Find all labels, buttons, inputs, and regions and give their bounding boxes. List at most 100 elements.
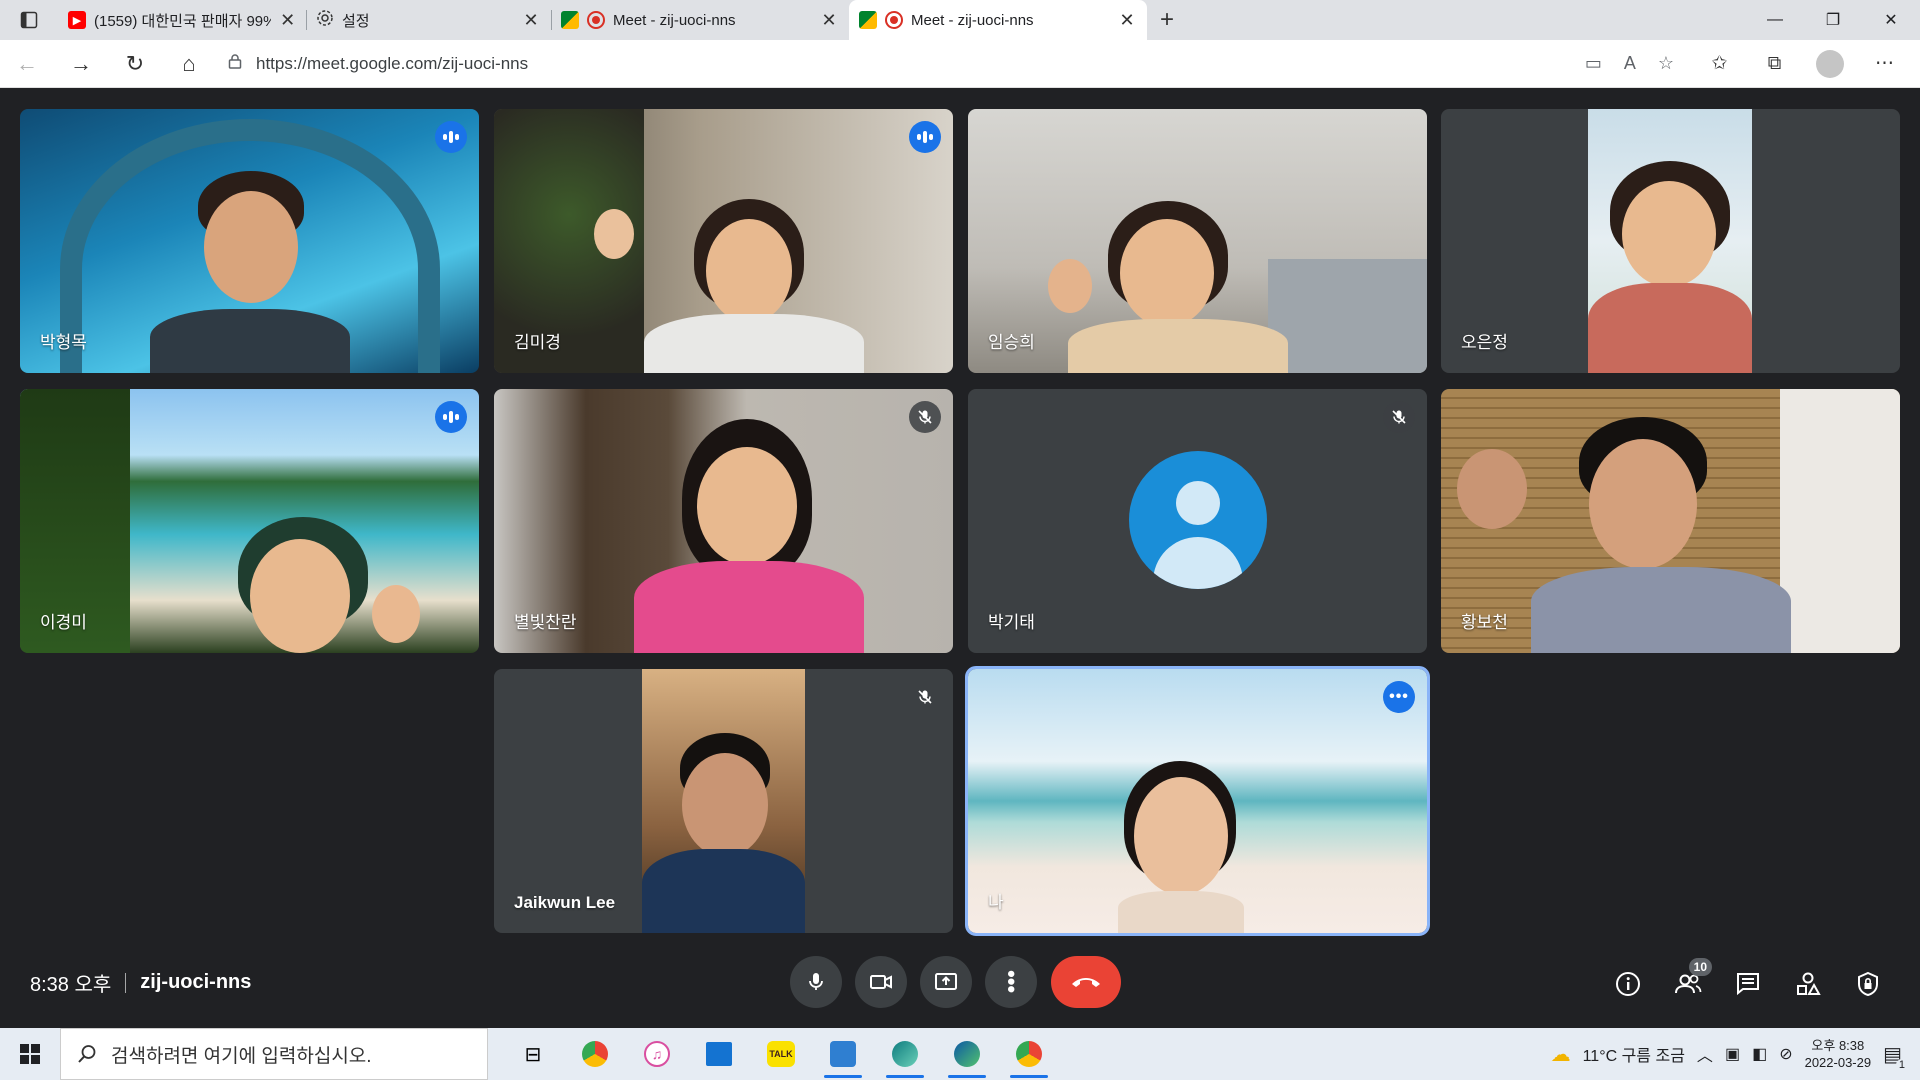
meeting-details-button[interactable]	[1608, 964, 1648, 1004]
read-aloud-icon[interactable]: A	[1624, 53, 1636, 74]
taskbar-chrome[interactable]	[564, 1028, 626, 1080]
participant-face	[250, 539, 350, 653]
close-tab-icon[interactable]: ✕	[279, 10, 296, 31]
task-view-button[interactable]: ⊟	[502, 1028, 564, 1080]
participant-video	[642, 669, 805, 933]
edge-legacy-icon	[892, 1041, 918, 1067]
meeting-code: zij-uoci-nns	[140, 971, 252, 993]
network-icon[interactable]: ▣	[1725, 1044, 1740, 1064]
participant-tile[interactable]: 별빛찬란	[494, 389, 953, 653]
leave-call-button[interactable]	[1051, 956, 1121, 1008]
present-screen-button[interactable]	[920, 956, 972, 1008]
notification-count: 1	[1895, 1058, 1908, 1071]
taskbar-kakaotalk[interactable]: TALK	[750, 1028, 812, 1080]
participant-face	[204, 191, 298, 303]
participant-video	[1588, 109, 1752, 373]
home-button[interactable]: ⌂	[162, 40, 216, 88]
back-button[interactable]: ←	[0, 40, 54, 88]
taskbar-edge[interactable]	[874, 1028, 936, 1080]
participant-hand	[1457, 449, 1527, 529]
chevron-up-icon[interactable]: ︿	[1697, 1042, 1713, 1066]
weather-text[interactable]: 11°C 구름 조금	[1583, 1042, 1685, 1066]
activities-button[interactable]	[1788, 964, 1828, 1004]
tab-actions-button[interactable]	[0, 0, 58, 40]
avatar-icon	[1129, 451, 1267, 589]
tab-meet-2[interactable]: Meet - zij-uoci-nns ✕	[849, 0, 1147, 40]
new-tab-button[interactable]: +	[1147, 0, 1187, 40]
avatar	[1815, 49, 1844, 78]
participant-name: 김미경	[514, 333, 561, 352]
tab-meet-1[interactable]: Meet - zij-uoci-nns ✕	[551, 0, 849, 40]
participant-body	[1531, 567, 1791, 653]
start-button[interactable]	[0, 1028, 60, 1080]
close-tab-icon[interactable]: ✕	[521, 10, 541, 31]
tab-title: 설정	[342, 12, 370, 30]
ime-icon[interactable]: ⊘	[1779, 1044, 1792, 1064]
taskbar-store[interactable]	[688, 1028, 750, 1080]
speaking-indicator-icon	[909, 121, 941, 153]
people-button[interactable]: 10	[1668, 958, 1712, 1004]
add-favorite-icon[interactable]: ☆	[1658, 53, 1674, 74]
book-icon	[830, 1041, 856, 1067]
host-controls-button[interactable]	[1848, 964, 1888, 1004]
participant-name: 박형목	[40, 333, 87, 352]
self-view-tile[interactable]: ••• 나	[965, 666, 1430, 936]
chrome-icon	[582, 1041, 608, 1067]
reload-button[interactable]: ↻	[108, 40, 162, 88]
forward-button[interactable]: →	[54, 40, 108, 88]
tab-youtube[interactable]: ▶ (1559) 대한민국 판매자 99%가 도 ✕	[58, 0, 306, 40]
tab-settings[interactable]: 설정 ✕	[306, 0, 551, 40]
plus-icon: +	[1159, 6, 1174, 33]
meeting-info: 8:38 오후 zij-uoci-nns	[30, 968, 251, 997]
minimize-button[interactable]: —	[1746, 0, 1804, 40]
camera-permission-icon[interactable]: ▭	[1585, 53, 1602, 74]
taskbar-chrome-running[interactable]	[998, 1028, 1060, 1080]
search-icon	[78, 1045, 96, 1063]
taskbar-reader-app[interactable]	[812, 1028, 874, 1080]
participant-tile[interactable]: 김미경	[494, 109, 953, 373]
participant-tile[interactable]: 황보천	[1441, 389, 1900, 653]
close-tab-icon[interactable]: ✕	[1117, 10, 1137, 31]
camera-button[interactable]	[855, 956, 907, 1008]
microphone-button[interactable]	[790, 956, 842, 1008]
collections-icon[interactable]: ⧉	[1747, 53, 1802, 75]
participant-face	[1589, 439, 1697, 569]
participant-tile[interactable]: 이경미	[20, 389, 479, 653]
participant-tile[interactable]: 박형목	[20, 109, 479, 373]
participant-tile[interactable]: 오은정	[1441, 109, 1900, 373]
address-bar[interactable]: https://meet.google.com/zij-uoci-nns ▭ A…	[216, 44, 1686, 83]
mic-off-icon	[1383, 401, 1415, 433]
volume-icon[interactable]: ◧	[1752, 1044, 1767, 1064]
more-options-button[interactable]: •••	[985, 956, 1037, 1008]
edge-icon	[954, 1041, 980, 1067]
restore-button[interactable]: ❐	[1804, 0, 1862, 40]
participant-name: 황보천	[1461, 613, 1508, 632]
weather-icon[interactable]: ☁	[1551, 1042, 1571, 1067]
taskbar-itunes[interactable]: ♫	[626, 1028, 688, 1080]
notifications-button[interactable]: ▤ 1	[1883, 1042, 1908, 1071]
participant-face	[1120, 219, 1214, 327]
taskbar-search-input[interactable]: 검색하려면 여기에 입력하십시오.	[60, 1028, 488, 1080]
more-options-button[interactable]: •••	[1383, 681, 1415, 713]
mic-off-icon	[909, 401, 941, 433]
participant-face	[697, 447, 797, 565]
participant-hand	[594, 209, 634, 259]
url-text: https://meet.google.com/zij-uoci-nns	[256, 53, 529, 73]
participant-tile[interactable]: 박기태	[968, 389, 1427, 653]
more-menu-icon[interactable]: ⋯	[1857, 52, 1912, 75]
close-tab-icon[interactable]: ✕	[819, 10, 839, 31]
chat-button[interactable]	[1728, 964, 1768, 1004]
participant-hand	[372, 585, 420, 643]
meeting-time: 8:38 오후	[30, 974, 112, 996]
profile-button[interactable]	[1802, 49, 1857, 78]
participant-tile[interactable]: Jaikwun Lee	[494, 669, 953, 933]
clock[interactable]: 오후 8:38 2022-03-29	[1805, 1037, 1872, 1071]
participant-tile[interactable]: 임승희	[968, 109, 1427, 373]
taskbar-edge-browser[interactable]	[936, 1028, 998, 1080]
speaking-indicator-icon	[435, 121, 467, 153]
participant-hand	[1048, 259, 1092, 313]
end-call-icon	[1072, 978, 1100, 987]
windows-taskbar: 검색하려면 여기에 입력하십시오. ⊟ ♫ TALK ☁ 11°C 구름 조금 …	[0, 1028, 1920, 1080]
close-window-button[interactable]: ✕	[1862, 0, 1920, 40]
favorites-icon[interactable]: ✩	[1692, 52, 1747, 75]
